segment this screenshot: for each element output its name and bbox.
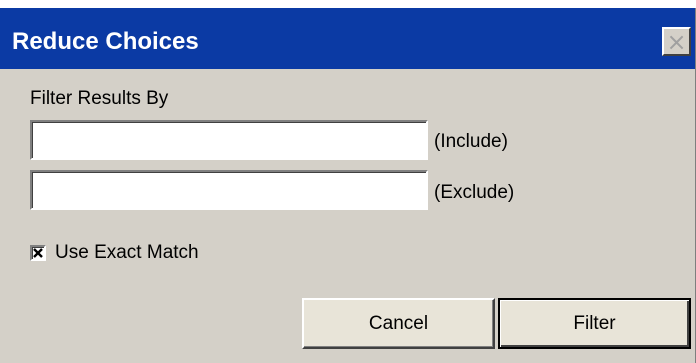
- exclude-label: (Exclude): [434, 182, 515, 203]
- checkmark-icon: [33, 248, 43, 258]
- close-icon: ×: [666, 27, 687, 56]
- exclude-filter-input[interactable]: [30, 170, 428, 210]
- exact-match-option[interactable]: Use Exact Match: [30, 242, 199, 264]
- dialog-title: Reduce Choices: [12, 28, 199, 55]
- filter-group-label: Filter Results By: [30, 88, 169, 109]
- exact-match-checkbox[interactable]: [30, 245, 46, 261]
- filter-button-label: Filter: [573, 312, 616, 334]
- include-filter-input[interactable]: [30, 120, 428, 160]
- title-bar[interactable]: Reduce Choices ×: [0, 8, 695, 69]
- include-label: (Include): [434, 131, 508, 152]
- cancel-button-label: Cancel: [368, 312, 429, 334]
- cancel-button[interactable]: Cancel: [302, 298, 495, 349]
- reduce-choices-dialog: Reduce Choices × Filter Results By (Incl…: [0, 8, 696, 363]
- exact-match-label: Use Exact Match: [55, 242, 199, 263]
- filter-button[interactable]: Filter: [498, 298, 691, 349]
- close-button[interactable]: ×: [662, 27, 691, 56]
